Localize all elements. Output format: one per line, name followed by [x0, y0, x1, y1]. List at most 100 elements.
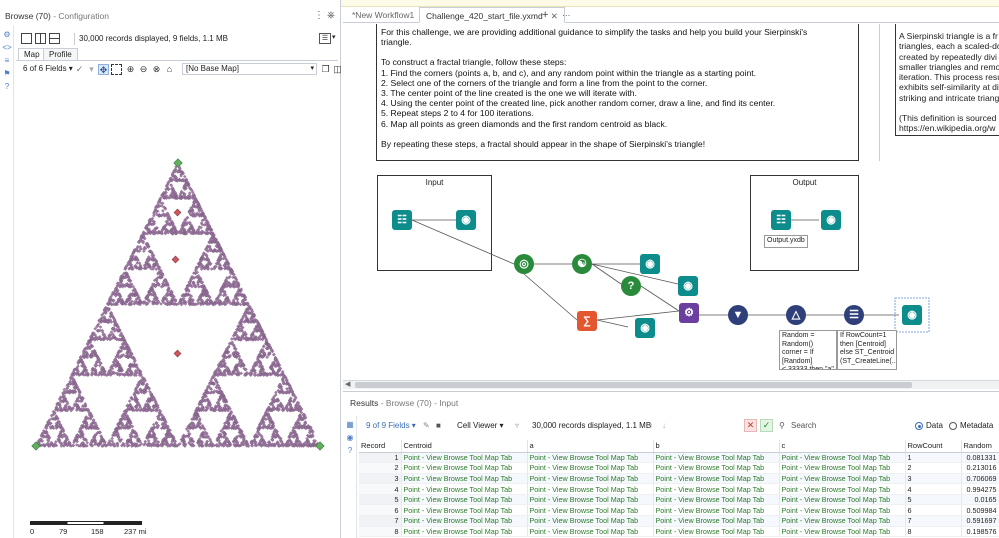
table-cell[interactable]: Point - View Browse Tool Map Tab	[653, 504, 780, 517]
table-cell[interactable]: 3	[905, 473, 962, 485]
table-cell[interactable]: Point - View Browse Tool Map Tab	[779, 526, 906, 538]
multi-row-formula-tool[interactable]: △	[786, 305, 806, 325]
filter-icon[interactable]: ▿	[515, 421, 519, 430]
table-row[interactable]: 3 Point - View Browse Tool Map Tab Point -…	[359, 473, 999, 485]
browse-tool[interactable]: ◉	[821, 210, 841, 230]
table-cell[interactable]: Point - View Browse Tool Map Tab	[779, 462, 906, 474]
table-cell[interactable]: Point - View Browse Tool Map Tab	[527, 473, 654, 485]
code-icon[interactable]: <>	[2, 43, 12, 53]
table-cell[interactable]: Point - View Browse Tool Map Tab	[527, 504, 654, 517]
table-cell[interactable]: 0.081331	[961, 452, 999, 464]
table-cell[interactable]: Point - View Browse Tool Map Tab	[779, 494, 906, 506]
table-cell[interactable]: Point - View Browse Tool Map Tab	[401, 452, 528, 464]
output-data-tool[interactable]: ☷	[771, 210, 791, 230]
table-cell[interactable]: Point - View Browse Tool Map Tab	[779, 452, 906, 464]
table-cell[interactable]: 5	[905, 494, 962, 506]
results-grid[interactable]: Record Centroid a b c RowCount Random 1 Point -…	[359, 440, 999, 538]
table-cell[interactable]: Point - View Browse Tool Map Tab	[401, 473, 528, 485]
table-cell[interactable]: Point - View Browse Tool Map Tab	[653, 462, 780, 474]
input-data-tool[interactable]: ☷	[392, 210, 412, 230]
grid-icon[interactable]: ▦	[345, 420, 355, 430]
table-cell[interactable]: Point - View Browse Tool Map Tab	[527, 483, 654, 495]
tab-profile[interactable]: Profile	[43, 48, 78, 60]
table-cell[interactable]: 0.0165	[961, 494, 999, 506]
table-cell[interactable]: 7	[359, 515, 402, 527]
table-cell[interactable]: 8	[359, 526, 402, 538]
search-input[interactable]: ⚲ Search	[779, 419, 909, 433]
tag-icon[interactable]: ⚑	[2, 69, 12, 79]
append-fields-tool[interactable]: ⚙	[679, 303, 699, 323]
sample-tool[interactable]: ▼	[728, 305, 748, 325]
table-cell[interactable]: 0.591697	[961, 515, 999, 527]
table-cell[interactable]: Point - View Browse Tool Map Tab	[527, 462, 654, 474]
arrow-up-icon[interactable]: ↑	[649, 421, 653, 430]
basemap-select[interactable]: [No Base Map] ▾	[182, 63, 317, 75]
metadata-radio[interactable]	[949, 422, 957, 430]
table-cell[interactable]: Point - View Browse Tool Map Tab	[401, 504, 528, 517]
table-cell[interactable]: Point - View Browse Tool Map Tab	[527, 452, 654, 464]
select-icon[interactable]: ✓	[74, 64, 85, 75]
table-cell[interactable]: Point - View Browse Tool Map Tab	[653, 526, 780, 538]
zoom-in-icon[interactable]: ⊕	[125, 64, 136, 75]
scroll-left-icon[interactable]: ◀	[345, 380, 350, 388]
table-cell[interactable]: Point - View Browse Tool Map Tab	[401, 483, 528, 495]
settings-icon[interactable]: ☰	[319, 33, 331, 44]
cell-viewer-select[interactable]: Cell Viewer ▾	[457, 421, 504, 430]
save-icon[interactable]: ◫	[332, 64, 343, 75]
scrollbar-thumb[interactable]	[355, 382, 912, 388]
workflow-canvas[interactable]: For this challenge, we are providing add…	[343, 24, 999, 380]
more-options-icon[interactable]: ⋮	[314, 7, 324, 25]
table-row[interactable]: 7 Point - View Browse Tool Map Tab Point -…	[359, 515, 999, 527]
table-row[interactable]: 5 Point - View Browse Tool Map Tab Point -…	[359, 494, 999, 506]
table-cell[interactable]: 2	[359, 462, 402, 474]
table-cell[interactable]: Point - View Browse Tool Map Tab	[653, 494, 780, 506]
column-header[interactable]: Centroid	[401, 440, 528, 453]
table-cell[interactable]: 6	[359, 504, 402, 517]
table-row[interactable]: 2 Point - View Browse Tool Map Tab Point -…	[359, 462, 999, 474]
iterative-macro-tool[interactable]: ☰	[844, 305, 864, 325]
browse-tool-selected[interactable]: ◉	[902, 305, 922, 325]
table-cell[interactable]: 4	[359, 483, 402, 495]
table-cell[interactable]: 0.213016	[961, 462, 999, 474]
zoom-extent-icon[interactable]: ⊗	[151, 64, 162, 75]
spatial-info-tool[interactable]: ☯	[572, 254, 592, 274]
table-cell[interactable]: Point - View Browse Tool Map Tab	[653, 452, 780, 464]
create-points-tool[interactable]: ◎	[514, 254, 534, 274]
layout-grid-icon[interactable]	[49, 33, 60, 44]
arrow-down-icon[interactable]: ↓	[662, 421, 666, 430]
table-cell[interactable]: 0.994275	[961, 483, 999, 495]
table-row[interactable]: 1 Point - View Browse Tool Map Tab Point -…	[359, 452, 999, 464]
table-row[interactable]: 6 Point - View Browse Tool Map Tab Point -…	[359, 504, 999, 517]
table-cell[interactable]: Point - View Browse Tool Map Tab	[401, 462, 528, 474]
column-header[interactable]: RowCount	[905, 440, 962, 453]
table-cell[interactable]: 0.706069	[961, 473, 999, 485]
table-row[interactable]: 4 Point - View Browse Tool Map Tab Point -…	[359, 483, 999, 495]
sliders-icon[interactable]: ≡	[2, 56, 12, 66]
add-tab-button[interactable]: +	[536, 7, 554, 23]
browse-tool[interactable]: ◉	[635, 318, 655, 338]
pin-icon[interactable]: ⎈	[327, 7, 335, 25]
table-cell[interactable]: Point - View Browse Tool Map Tab	[527, 526, 654, 538]
browse-tool[interactable]: ◉	[456, 210, 476, 230]
layout-split-icon[interactable]	[35, 33, 46, 44]
column-header[interactable]: Random	[961, 440, 999, 453]
zoom-out-icon[interactable]: ⊖	[138, 64, 149, 75]
table-cell[interactable]: 2	[905, 462, 962, 474]
table-cell[interactable]: Point - View Browse Tool Map Tab	[779, 504, 906, 517]
sierpinski-map[interactable]	[14, 78, 341, 508]
table-cell[interactable]: Point - View Browse Tool Map Tab	[527, 494, 654, 506]
column-header[interactable]: c	[779, 440, 906, 453]
table-cell[interactable]: Point - View Browse Tool Map Tab	[653, 483, 780, 495]
home-icon[interactable]: ⌂	[164, 64, 175, 75]
table-cell[interactable]: Point - View Browse Tool Map Tab	[401, 515, 528, 527]
table-cell[interactable]: Point - View Browse Tool Map Tab	[779, 483, 906, 495]
table-cell[interactable]: Point - View Browse Tool Map Tab	[779, 515, 906, 527]
box-select-icon[interactable]	[111, 64, 122, 75]
table-cell[interactable]: 0.509984	[961, 504, 999, 517]
edit-icon[interactable]: ✎	[423, 421, 430, 430]
binoculars-icon[interactable]: ◉	[345, 433, 355, 443]
fields-selector[interactable]: 6 of 6 Fields ▾	[23, 64, 73, 73]
column-header[interactable]: a	[527, 440, 654, 453]
pan-icon[interactable]: ✥	[98, 64, 109, 75]
table-cell[interactable]: 0.198576	[961, 526, 999, 538]
